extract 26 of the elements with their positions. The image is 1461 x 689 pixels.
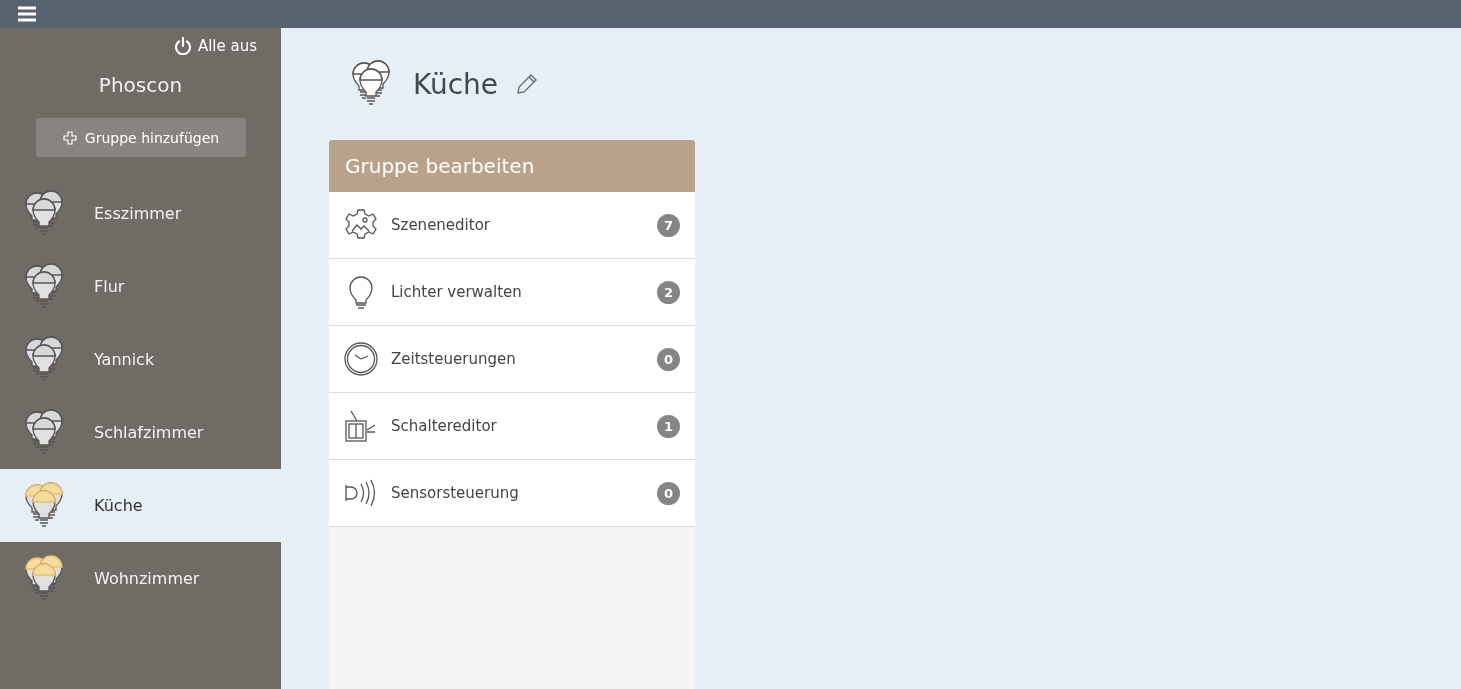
- count-badge: 0: [657, 347, 680, 371]
- menu-item[interactable]: Lichter verwalten 2: [329, 259, 695, 326]
- panel-title: Gruppe bearbeiten: [329, 140, 695, 192]
- group-item[interactable]: Yannick: [0, 323, 281, 396]
- page-title: Küche: [413, 67, 499, 101]
- app-title: Phoscon: [97, 73, 184, 97]
- power-icon: [173, 37, 192, 55]
- group-item[interactable]: Küche: [0, 469, 281, 542]
- menu-item[interactable]: Szeneneditor 7: [329, 192, 695, 259]
- plus-icon: [62, 130, 77, 145]
- menu-item[interactable]: Sensorsteuerung 0: [329, 460, 695, 527]
- count-badge: 2: [657, 280, 680, 304]
- add-group-button[interactable]: Gruppe hinzufügen: [36, 118, 246, 157]
- pencil-icon[interactable]: [516, 73, 539, 95]
- menu-item[interactable]: Zeitsteuerungen 0: [329, 326, 695, 393]
- group-item[interactable]: Esszimmer: [0, 177, 281, 250]
- all-off-button[interactable]: Alle aus: [173, 37, 257, 55]
- group-item[interactable]: Wohnzimmer: [0, 542, 281, 615]
- count-badge: 1: [657, 414, 680, 438]
- count-badge: 7: [657, 213, 680, 237]
- clock-icon: [343, 341, 379, 377]
- count-badge: 0: [657, 481, 680, 505]
- group-item[interactable]: Schlafzimmer: [0, 396, 281, 469]
- menu-item[interactable]: Schaltereditor 1: [329, 393, 695, 460]
- group-item[interactable]: Flur: [0, 250, 281, 323]
- menu-icon[interactable]: [18, 6, 36, 22]
